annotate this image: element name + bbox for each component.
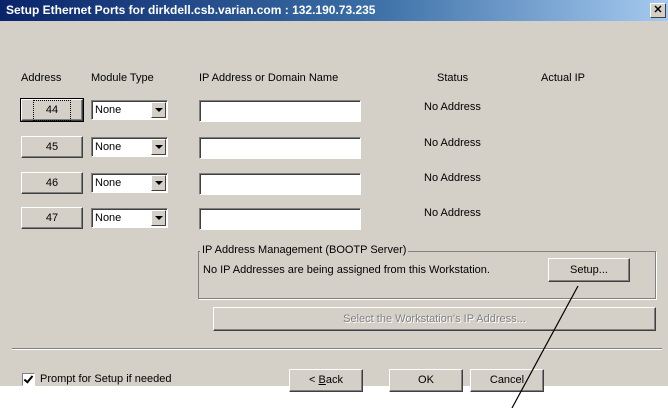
annotation-pointer [511, 285, 579, 408]
annotation-pointer-line [511, 285, 579, 408]
